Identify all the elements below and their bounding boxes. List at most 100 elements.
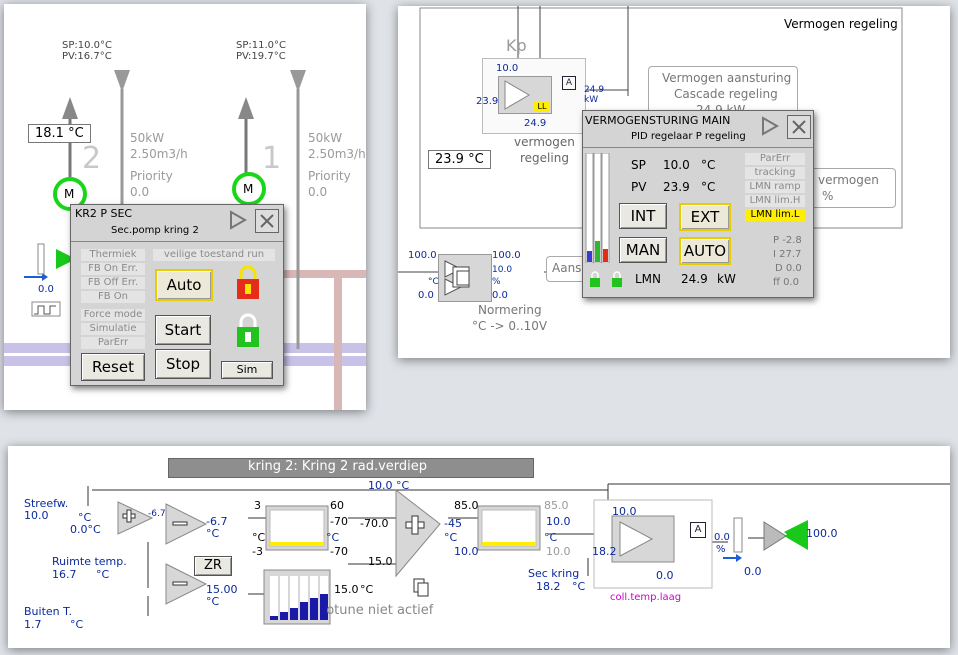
pid-titlebar[interactable]: VERMOGENSTURING MAIN PID regelaar P rege…: [583, 111, 813, 148]
valve-value: 0.0: [744, 565, 762, 578]
vermogen-right-unit: %: [822, 189, 834, 203]
pump1-priority-label: Priority: [308, 169, 351, 183]
a-badge[interactable]: A: [562, 76, 576, 90]
pid-input: 18.2: [592, 545, 617, 558]
pump2-flow: 2.50m3/h: [130, 147, 188, 161]
pid-popup: VERMOGENSTURING MAIN PID regelaar P rege…: [582, 110, 814, 298]
kp-output-value: 24.9: [524, 118, 547, 129]
pid-pv-unit: °C: [701, 180, 716, 194]
play-icon[interactable]: [227, 209, 249, 231]
pump2-number: 2: [82, 141, 102, 176]
power-control-panel: Vermogen regeling Kp 10.0 LL 23.9 24.9 A…: [398, 6, 950, 358]
pid-a-badge[interactable]: A: [690, 522, 706, 538]
status-fb-on-err: FB On Err.: [81, 263, 145, 275]
status-fb-off-err: FB Off Err.: [81, 277, 145, 289]
flag-lmn-lim-l: LMN lim.L: [745, 209, 805, 221]
start-button[interactable]: Start: [155, 315, 211, 345]
norm-out-value: 100.0: [492, 250, 521, 261]
top-unit: °C: [396, 479, 410, 492]
norm-out-value2: 10.0: [492, 265, 513, 275]
sub1-unit: °C: [206, 527, 220, 540]
document-icon: [413, 578, 429, 597]
bar-unit: °C: [360, 583, 374, 596]
lim1-bottom: -3: [252, 545, 263, 558]
stop-button[interactable]: Stop: [155, 349, 211, 379]
ruimte-value: 16.7: [52, 568, 77, 581]
valve-right-value: 100.0: [806, 527, 838, 540]
safe-state-label: veilige toestand run: [153, 249, 275, 261]
play-icon[interactable]: [759, 115, 781, 137]
sub2-unit: °C: [206, 595, 220, 608]
sec-kring-unit: °C: [572, 580, 586, 593]
flag-lmn-lim-h: LMN lim.H: [745, 195, 805, 207]
lim1-r3: -70: [330, 545, 348, 558]
popup-subtitle: Sec.pomp kring 2: [111, 225, 199, 236]
bar-value: 15.0: [334, 583, 359, 596]
pid-pv-value: 23.9: [663, 180, 690, 194]
pid-i-param: I 27.7: [773, 249, 802, 260]
auto-button[interactable]: Auto: [155, 269, 213, 301]
sum2-input2: 15.0: [368, 555, 393, 568]
lim1-top: 3: [254, 499, 261, 512]
pid-output: 0.0: [656, 569, 674, 582]
sum2-output: -45: [444, 517, 462, 530]
pid-block-name: coll.temp.laag: [610, 592, 682, 603]
close-icon[interactable]: [255, 209, 279, 233]
lock-red-icon: [237, 265, 259, 299]
norm-in-min: 0.0: [418, 290, 434, 301]
lim1-r1: 60: [330, 499, 344, 512]
pump2-motor-label[interactable]: M: [64, 188, 74, 200]
int-button[interactable]: INT: [619, 203, 667, 229]
sum1-output: 0.0°C: [70, 523, 101, 536]
sim-button[interactable]: Sim: [221, 361, 273, 379]
pump1-motor-label[interactable]: M: [243, 183, 253, 195]
man-button[interactable]: MAN: [619, 237, 667, 263]
status-parerr: ParErr: [81, 337, 145, 349]
reset-button[interactable]: Reset: [81, 353, 145, 381]
streefw-value: 10.0: [24, 509, 49, 522]
lim1-out-unit: °C: [326, 531, 340, 544]
vermogen-label: vermogen: [514, 135, 575, 149]
pid-sp: 10.0: [612, 505, 637, 518]
ext-button[interactable]: EXT: [679, 203, 731, 231]
pid-sp-value: 10.0: [663, 158, 690, 172]
pid-bar-chart: [585, 153, 610, 263]
sum1-value: -6.7: [148, 509, 166, 519]
flag-tracking: tracking: [745, 167, 805, 179]
regeling-label: regeling: [520, 151, 569, 165]
ruimte-label: Ruimte temp.: [52, 555, 127, 568]
sum2-unit: °C: [444, 531, 458, 544]
popup-titlebar[interactable]: KR2 P SEC Sec.pomp kring 2: [71, 205, 283, 242]
pump1-flow: 2.50m3/h: [308, 147, 366, 161]
lim1-r2: -70: [330, 515, 348, 528]
pid-lmn-label: LMN: [635, 272, 662, 286]
popup-title: KR2 P SEC: [75, 207, 133, 220]
pump1-priority-value: 0.0: [308, 185, 328, 199]
pump1-number: 1: [262, 141, 282, 176]
top-value: 10.0: [368, 479, 393, 492]
close-icon[interactable]: [787, 115, 811, 139]
kp-right-unit: kW: [584, 95, 599, 105]
lim2-r1: 85.0: [544, 499, 569, 512]
vermogen-right-label: vermogen: [818, 173, 879, 187]
power-temp-display: 23.9 °C: [428, 150, 491, 169]
kp-input-value: 23.9: [476, 96, 499, 107]
pid-subtitle: PID regelaar P regeling: [631, 131, 746, 142]
normering-block[interactable]: [438, 254, 492, 302]
streefw-unit: °C: [78, 511, 92, 524]
pump-panel: SP:10.0°C PV:16.7°C SP:11.0°C PV:19.7°C …: [4, 4, 366, 410]
pid-auto-button[interactable]: AUTO: [679, 237, 731, 265]
lim2-unit: °C: [544, 531, 558, 544]
pid-ff-param: ff 0.0: [773, 277, 799, 288]
norm-in-unit: °C: [428, 277, 439, 287]
pump1-pv: PV:19.7°C: [236, 51, 286, 62]
ruimte-unit: °C: [96, 568, 110, 581]
zr-button[interactable]: ZR: [194, 556, 232, 576]
norm-out-unit: %: [492, 277, 501, 287]
pid-p-param: P -2.8: [773, 235, 802, 246]
status-simulatie: Simulatie: [81, 323, 145, 335]
flag-lmn-ramp: LMN ramp: [745, 181, 805, 193]
valve-output: 0.0: [714, 532, 730, 543]
kp-value: 10.0: [496, 63, 519, 74]
pid-sp-unit: °C: [701, 158, 716, 172]
